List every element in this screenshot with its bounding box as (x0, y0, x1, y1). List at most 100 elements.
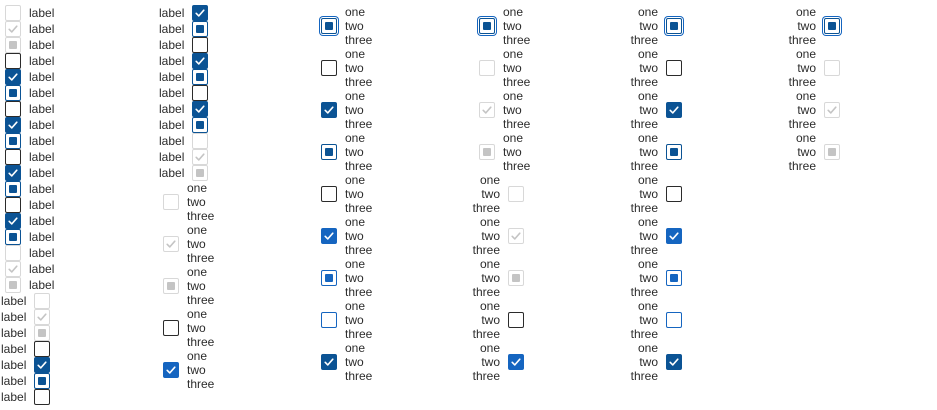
label-line: two (503, 61, 522, 75)
checkbox-unchecked[interactable] (321, 312, 337, 328)
label-line: two (345, 355, 364, 369)
checkbox-unchecked[interactable] (5, 53, 21, 69)
check-icon (8, 265, 18, 273)
checkbox-mixed[interactable] (321, 144, 337, 160)
label-line: three (503, 75, 531, 89)
checkbox-mixed[interactable] (5, 229, 21, 245)
checkbox-mixed[interactable] (34, 373, 50, 389)
checkbox-label: label (29, 86, 55, 100)
checkbox-mixed[interactable] (5, 181, 21, 197)
checkbox-label: label (29, 134, 55, 148)
checkbox-unchecked[interactable] (666, 312, 682, 328)
checkbox-mixed[interactable] (824, 18, 840, 34)
checkbox-label: label (29, 38, 55, 52)
checkbox-multiline-label: one two three (608, 5, 658, 47)
checkbox-checked[interactable] (508, 354, 524, 370)
checkbox-unchecked[interactable] (163, 320, 179, 336)
label-line: three (345, 117, 373, 131)
label-line: two (503, 145, 522, 159)
checkbox-mixed[interactable] (666, 270, 682, 286)
checkbox-checked[interactable] (192, 101, 208, 117)
checkbox-unchecked[interactable] (34, 341, 50, 357)
check-icon (511, 232, 521, 240)
checkbox-checked[interactable] (321, 102, 337, 118)
check-icon (482, 106, 492, 114)
label-line: three (345, 159, 373, 173)
checkbox-unchecked[interactable] (666, 60, 682, 76)
checkbox-label: label (29, 278, 55, 292)
checkbox-checked[interactable] (5, 165, 21, 181)
checkbox-checked[interactable] (5, 213, 21, 229)
checkbox-label: label (159, 134, 185, 148)
checkbox-checked[interactable] (5, 69, 21, 85)
checkbox-checked[interactable] (163, 362, 179, 378)
checkbox-unchecked[interactable] (5, 101, 21, 117)
checkbox-unchecked[interactable] (508, 312, 524, 328)
check-icon (195, 9, 205, 17)
label-line: two (187, 279, 206, 293)
checkbox-mixed[interactable] (192, 21, 208, 37)
checkbox-multiline-label: one two three (450, 257, 500, 299)
checkbox-unchecked[interactable] (192, 37, 208, 53)
checkbox-multiline-label: one two three (345, 173, 372, 215)
checkbox-checked[interactable] (666, 228, 682, 244)
checkbox-mixed[interactable] (5, 85, 21, 101)
checkbox-unchecked[interactable] (5, 197, 21, 213)
label-line: three (788, 33, 816, 47)
checkbox-unchecked[interactable] (192, 85, 208, 101)
checkbox-mixed[interactable] (666, 144, 682, 160)
checkbox-mixed[interactable] (5, 133, 21, 149)
label-line: three (630, 369, 658, 383)
checkbox-multiline-label: one two three (187, 223, 214, 265)
checkbox-mixed[interactable] (321, 18, 337, 34)
label-line: three (345, 369, 373, 383)
checkbox-label: label (29, 118, 55, 132)
checkbox-mixed[interactable] (666, 18, 682, 34)
checkbox-checked[interactable] (34, 357, 50, 373)
check-icon (166, 240, 176, 248)
label-line: three (630, 201, 658, 215)
check-icon (37, 361, 47, 369)
checkbox-checked[interactable] (666, 102, 682, 118)
checkbox-multiline-label: one two three (187, 265, 214, 307)
label-line: one (795, 5, 816, 19)
checkbox-unchecked[interactable] (34, 389, 50, 405)
checkbox-mixed[interactable] (479, 18, 495, 34)
checkbox-label: label (159, 54, 185, 68)
checkbox-unchecked[interactable] (5, 149, 21, 165)
label-line: one (187, 349, 208, 363)
label-line: one (345, 131, 366, 145)
checkbox-mixed (479, 144, 495, 160)
checkbox-multiline-label: one two three (503, 47, 530, 89)
checkbox-checked[interactable] (321, 354, 337, 370)
checkbox-mixed[interactable] (321, 270, 337, 286)
label-line: two (187, 195, 206, 209)
checkbox-checked[interactable] (192, 5, 208, 21)
checkbox-checked[interactable] (666, 354, 682, 370)
label-line: one (187, 307, 208, 321)
checkbox-unchecked (5, 245, 21, 261)
checkbox-label: label (1, 358, 27, 372)
label-line: three (345, 243, 373, 257)
checkbox-checked[interactable] (5, 117, 21, 133)
checkbox-mixed[interactable] (192, 117, 208, 133)
check-icon (8, 73, 18, 81)
label-line: two (187, 237, 206, 251)
label-line: two (345, 19, 364, 33)
checkbox-mixed[interactable] (192, 69, 208, 85)
checkbox-label: label (159, 166, 185, 180)
checkbox-label: label (159, 150, 185, 164)
checkbox-unchecked[interactable] (666, 186, 682, 202)
checkbox-multiline-label: one two three (608, 131, 658, 173)
checkbox-unchecked[interactable] (321, 60, 337, 76)
checkbox-checked (163, 236, 179, 252)
label-line: one (795, 47, 816, 61)
check-icon (195, 57, 205, 65)
checkbox-checked[interactable] (321, 228, 337, 244)
label-line: two (345, 187, 364, 201)
checkbox-label: label (1, 310, 27, 324)
checkbox-label: label (159, 38, 185, 52)
checkbox-checked[interactable] (192, 53, 208, 69)
check-icon (166, 366, 176, 374)
checkbox-unchecked[interactable] (321, 186, 337, 202)
